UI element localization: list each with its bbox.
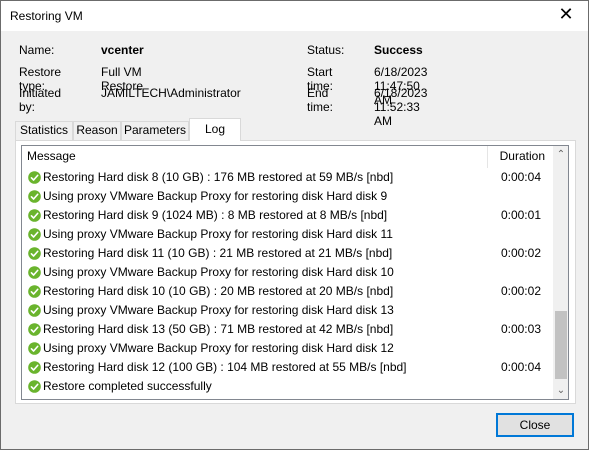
- log-header: Message Duration: [22, 146, 552, 168]
- log-row[interactable]: Restoring Hard disk 9 (1024 MB) : 8 MB r…: [22, 206, 552, 225]
- log-row[interactable]: Using proxy VMware Backup Proxy for rest…: [22, 301, 552, 320]
- log-message: Restoring Hard disk 13 (50 GB) : 71 MB r…: [43, 322, 394, 336]
- log-message: Using proxy VMware Backup Proxy for rest…: [43, 341, 394, 355]
- tab-reason[interactable]: Reason: [73, 121, 121, 140]
- check-circle-icon: [28, 342, 41, 355]
- log-message: Restore completed successfully: [43, 379, 212, 393]
- log-duration: 0:00:01: [500, 208, 541, 222]
- log-row[interactable]: Restoring Hard disk 8 (10 GB) : 176 MB r…: [22, 168, 552, 187]
- close-icon[interactable]: ✕: [544, 1, 588, 31]
- restoring-vm-dialog: Restoring VM ✕ Name: vcenter Restore typ…: [0, 0, 589, 450]
- log-row[interactable]: Restoring Hard disk 13 (50 GB) : 71 MB r…: [22, 320, 552, 339]
- log-message: Using proxy VMware Backup Proxy for rest…: [43, 189, 388, 203]
- check-circle-icon: [28, 228, 41, 241]
- log-duration: 0:00:02: [500, 284, 541, 298]
- column-header-message[interactable]: Message: [22, 146, 488, 168]
- check-circle-icon: [28, 209, 41, 222]
- scroll-up-icon[interactable]: ⌃: [553, 146, 568, 163]
- log-message: Using proxy VMware Backup Proxy for rest…: [43, 303, 394, 317]
- log-panel: Message Duration Restoring Hard disk 8 (…: [15, 140, 576, 404]
- column-header-duration[interactable]: Duration: [488, 146, 552, 168]
- status-value: Success: [374, 43, 423, 57]
- name-value: vcenter: [101, 43, 144, 57]
- log-row[interactable]: Using proxy VMware Backup Proxy for rest…: [22, 263, 552, 282]
- scroll-down-icon[interactable]: ⌄: [553, 382, 568, 399]
- log-row[interactable]: Restoring Hard disk 10 (10 GB) : 20 MB r…: [22, 282, 552, 301]
- check-circle-icon: [28, 190, 41, 203]
- tab-statistics[interactable]: Statistics: [15, 121, 73, 140]
- tab-log[interactable]: Log: [189, 118, 241, 141]
- log-message: Restoring Hard disk 12 (100 GB) : 104 MB…: [43, 360, 407, 374]
- log-duration: 0:00:02: [500, 246, 541, 260]
- check-circle-icon: [28, 361, 41, 374]
- log-duration: 0:00:03: [500, 322, 541, 336]
- check-circle-icon: [28, 380, 41, 393]
- check-circle-icon: [28, 171, 41, 184]
- log-duration: 0:00:04: [500, 360, 541, 374]
- check-circle-icon: [28, 323, 41, 336]
- log-message: Using proxy VMware Backup Proxy for rest…: [43, 227, 393, 241]
- initiated-by-value: JAMILTECH\Administrator: [101, 86, 241, 100]
- log-row[interactable]: Using proxy VMware Backup Proxy for rest…: [22, 187, 552, 206]
- log-row[interactable]: Using proxy VMware Backup Proxy for rest…: [22, 225, 552, 244]
- initiated-by-label: Initiated by:: [19, 86, 62, 114]
- close-button[interactable]: Close: [496, 413, 574, 437]
- check-circle-icon: [28, 247, 41, 260]
- log-row[interactable]: Restoring Hard disk 11 (10 GB) : 21 MB r…: [22, 244, 552, 263]
- log-row[interactable]: Restore completed successfully: [22, 377, 552, 396]
- log-message: Restoring Hard disk 9 (1024 MB) : 8 MB r…: [43, 208, 388, 222]
- check-circle-icon: [28, 304, 41, 317]
- tab-parameters[interactable]: Parameters: [121, 121, 189, 140]
- check-circle-icon: [28, 266, 41, 279]
- vertical-scrollbar[interactable]: ⌃ ⌄: [553, 146, 568, 399]
- log-row[interactable]: Restoring Hard disk 12 (100 GB) : 104 MB…: [22, 358, 552, 377]
- log-row[interactable]: Using proxy VMware Backup Proxy for rest…: [22, 339, 552, 358]
- log-message: Restoring Hard disk 8 (10 GB) : 176 MB r…: [43, 170, 394, 184]
- log-message: Restoring Hard disk 10 (10 GB) : 20 MB r…: [43, 284, 394, 298]
- log-rows: Restoring Hard disk 8 (10 GB) : 176 MB r…: [22, 168, 552, 396]
- check-circle-icon: [28, 285, 41, 298]
- name-label: Name:: [19, 43, 55, 57]
- end-time-value: 6/18/2023 11:52:33 AM: [374, 86, 428, 128]
- log-list: Message Duration Restoring Hard disk 8 (…: [21, 145, 569, 400]
- scroll-thumb[interactable]: [555, 311, 567, 379]
- end-time-label: End time:: [307, 86, 334, 114]
- log-message: Using proxy VMware Backup Proxy for rest…: [43, 265, 394, 279]
- status-label: Status:: [307, 43, 345, 57]
- log-duration: 0:00:04: [500, 170, 541, 184]
- log-message: Restoring Hard disk 11 (10 GB) : 21 MB r…: [43, 246, 393, 260]
- window-title: Restoring VM: [10, 9, 83, 23]
- title-bar: Restoring VM ✕: [1, 1, 588, 31]
